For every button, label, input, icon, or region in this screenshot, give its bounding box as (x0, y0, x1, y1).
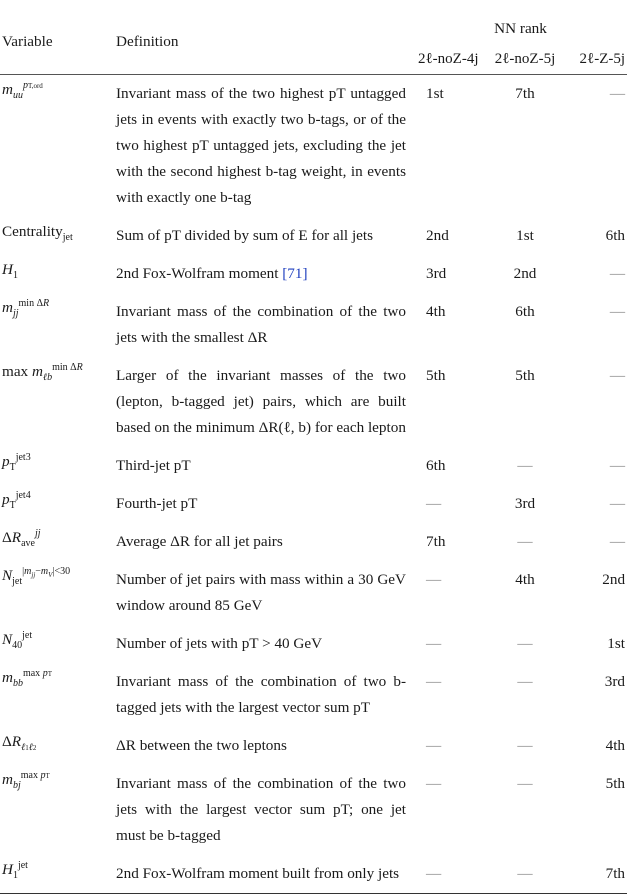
table-row: ΔRavejj Average ΔR for all jet pairs 7th… (0, 523, 627, 561)
table-row: H1 2nd Fox-Wolfram moment [71] 3rd 2nd — (0, 255, 627, 293)
table-row: pTjet3 Third-jet pT 6th — — (0, 447, 627, 485)
rank-cell: 1st (607, 635, 626, 652)
paper-table-page: Variable Definition NN rank 2ℓ-noZ-4j 2ℓ… (0, 0, 627, 894)
rank-cell: 1st (414, 74, 484, 217)
table-row: max mℓbmin ΔR Larger of the invariant ma… (0, 357, 627, 447)
definition-cell: Larger of the invariant masses of the tw… (116, 367, 406, 436)
rank-cell: 1st (516, 227, 534, 244)
rank-cell: 7th (426, 533, 446, 550)
rank-cell: 3rd (514, 495, 536, 512)
rank-cell: 5th (515, 367, 535, 384)
rank-cell: — (517, 533, 533, 550)
rank-cell: — (609, 457, 626, 474)
header-row-1: Variable Definition NN rank (0, 0, 627, 50)
table-row: pTjet4 Fourth-jet pT — 3rd — (0, 485, 627, 523)
definition-cell: Invariant mass of the two highest pT unt… (116, 74, 414, 217)
rank-cell: 4th (515, 571, 535, 588)
variable-cell: ΔRℓ1ℓ2 (2, 733, 37, 754)
variable-cell: mbbmax pT (2, 667, 52, 690)
rank-cell: 7th (484, 74, 566, 217)
rank-cell: — (609, 495, 626, 512)
rank-cell: — (517, 635, 533, 652)
rank-cell: — (609, 533, 626, 550)
variable-cell: ΔRavejj (2, 527, 41, 550)
rank-cell: — (517, 865, 533, 882)
definition-cell: Average ΔR for all jet pairs (116, 533, 283, 550)
rank-cell: — (426, 865, 442, 882)
rank-cell: — (517, 737, 533, 754)
table-row: Njet|mjj−mV|<30 Number of jet pairs with… (0, 561, 627, 625)
variable-cell: mjjmin ΔR (2, 297, 50, 320)
variable-cell: H1 (2, 261, 18, 282)
definition-cell: Invariant mass of the combination of the… (116, 775, 406, 844)
table-row: muupT,ord Invariant mass of the two high… (0, 74, 627, 217)
definition-cell: Sum of pT divided by sum of E for all je… (116, 227, 374, 244)
table-row: mbbmax pT Invariant mass of the combinat… (0, 663, 627, 727)
variable-cell: N40jet (2, 629, 33, 652)
definition-cell: Invariant mass of the combination of two… (116, 673, 406, 716)
rank-cell: 5th (426, 367, 446, 384)
rank-cell: — (609, 367, 626, 384)
rank-cell: — (426, 571, 442, 588)
rank-cell: 2nd (513, 265, 537, 282)
header-variable: Variable (2, 33, 53, 50)
nn-rank-table: Variable Definition NN rank 2ℓ-noZ-4j 2ℓ… (0, 0, 627, 894)
header-definition: Definition (116, 33, 179, 50)
rank-cell: — (426, 775, 442, 792)
rank-cell: — (566, 74, 627, 217)
rank-cell: — (609, 265, 626, 282)
definition-cell: Fourth-jet pT (116, 495, 198, 512)
rank-cell: — (426, 673, 442, 690)
definition-cell: Number of jet pairs with mass within a 3… (116, 571, 406, 614)
rank-cell: 3rd (604, 673, 626, 690)
table-row: mjjmin ΔR Invariant mass of the combinat… (0, 293, 627, 357)
rank-cell: 2nd (426, 227, 449, 244)
rank-cell: 4th (605, 737, 626, 754)
definition-cell: 2nd Fox-Wolfram moment [71] (116, 255, 414, 293)
variable-cell: max mℓbmin ΔR (2, 361, 83, 384)
rank-cell: — (517, 673, 533, 690)
rank-cell: — (517, 457, 533, 474)
rank-cell: 5th (605, 775, 626, 792)
definition-cell: 2nd Fox-Wolfram moment built from only j… (116, 865, 400, 882)
definition-cell: Invariant mass of the combination of the… (116, 303, 406, 346)
definition-cell: Third-jet pT (116, 457, 191, 474)
rank-cell: — (426, 737, 442, 754)
header-region-2l-noz-5j: 2ℓ-noZ-5j (494, 50, 556, 67)
rank-cell: 6th (426, 457, 446, 474)
rank-cell: 2nd (602, 571, 626, 588)
variable-cell: Centralityjet (2, 223, 73, 244)
definition-text: 2nd Fox-Wolfram moment (116, 265, 279, 282)
rank-cell: 6th (605, 227, 626, 244)
citation-link[interactable]: [71] (282, 265, 307, 282)
table-row: N40jet Number of jets with pT > 40 GeV —… (0, 625, 627, 663)
header-region-2l-z-5j: 2ℓ-Z-5j (579, 50, 626, 67)
definition-cell: ΔR between the two leptons (116, 737, 287, 754)
rank-cell: — (609, 303, 626, 320)
rank-cell: — (426, 635, 442, 652)
definition-cell: Number of jets with pT > 40 GeV (116, 635, 323, 652)
variable-cell: Njet|mjj−mV|<30 (2, 565, 71, 588)
variable-cell: mbjmax pT (2, 769, 50, 792)
table-row: mbjmax pT Invariant mass of the combinat… (0, 765, 627, 855)
table-row: Centralityjet Sum of pT divided by sum o… (0, 217, 627, 255)
header-region-2l-noz-4j: 2ℓ-noZ-4j (418, 50, 479, 67)
table-row: ΔRℓ1ℓ2 ΔR between the two leptons — — 4t… (0, 727, 627, 765)
variable-cell: H1jet (2, 859, 28, 882)
rank-cell: — (517, 775, 533, 792)
variable-cell: pTjet3 (2, 451, 31, 474)
variable-cell: muupT,ord (0, 74, 116, 217)
rank-cell: 6th (515, 303, 535, 320)
rank-cell: 4th (426, 303, 446, 320)
variable-cell: pTjet4 (2, 489, 31, 512)
rank-cell: 3rd (426, 265, 447, 282)
table-row: H1jet 2nd Fox-Wolfram moment built from … (0, 855, 627, 894)
header-nn-rank: NN rank (494, 20, 547, 37)
rank-cell: — (426, 495, 442, 512)
rank-cell: 7th (605, 865, 626, 882)
